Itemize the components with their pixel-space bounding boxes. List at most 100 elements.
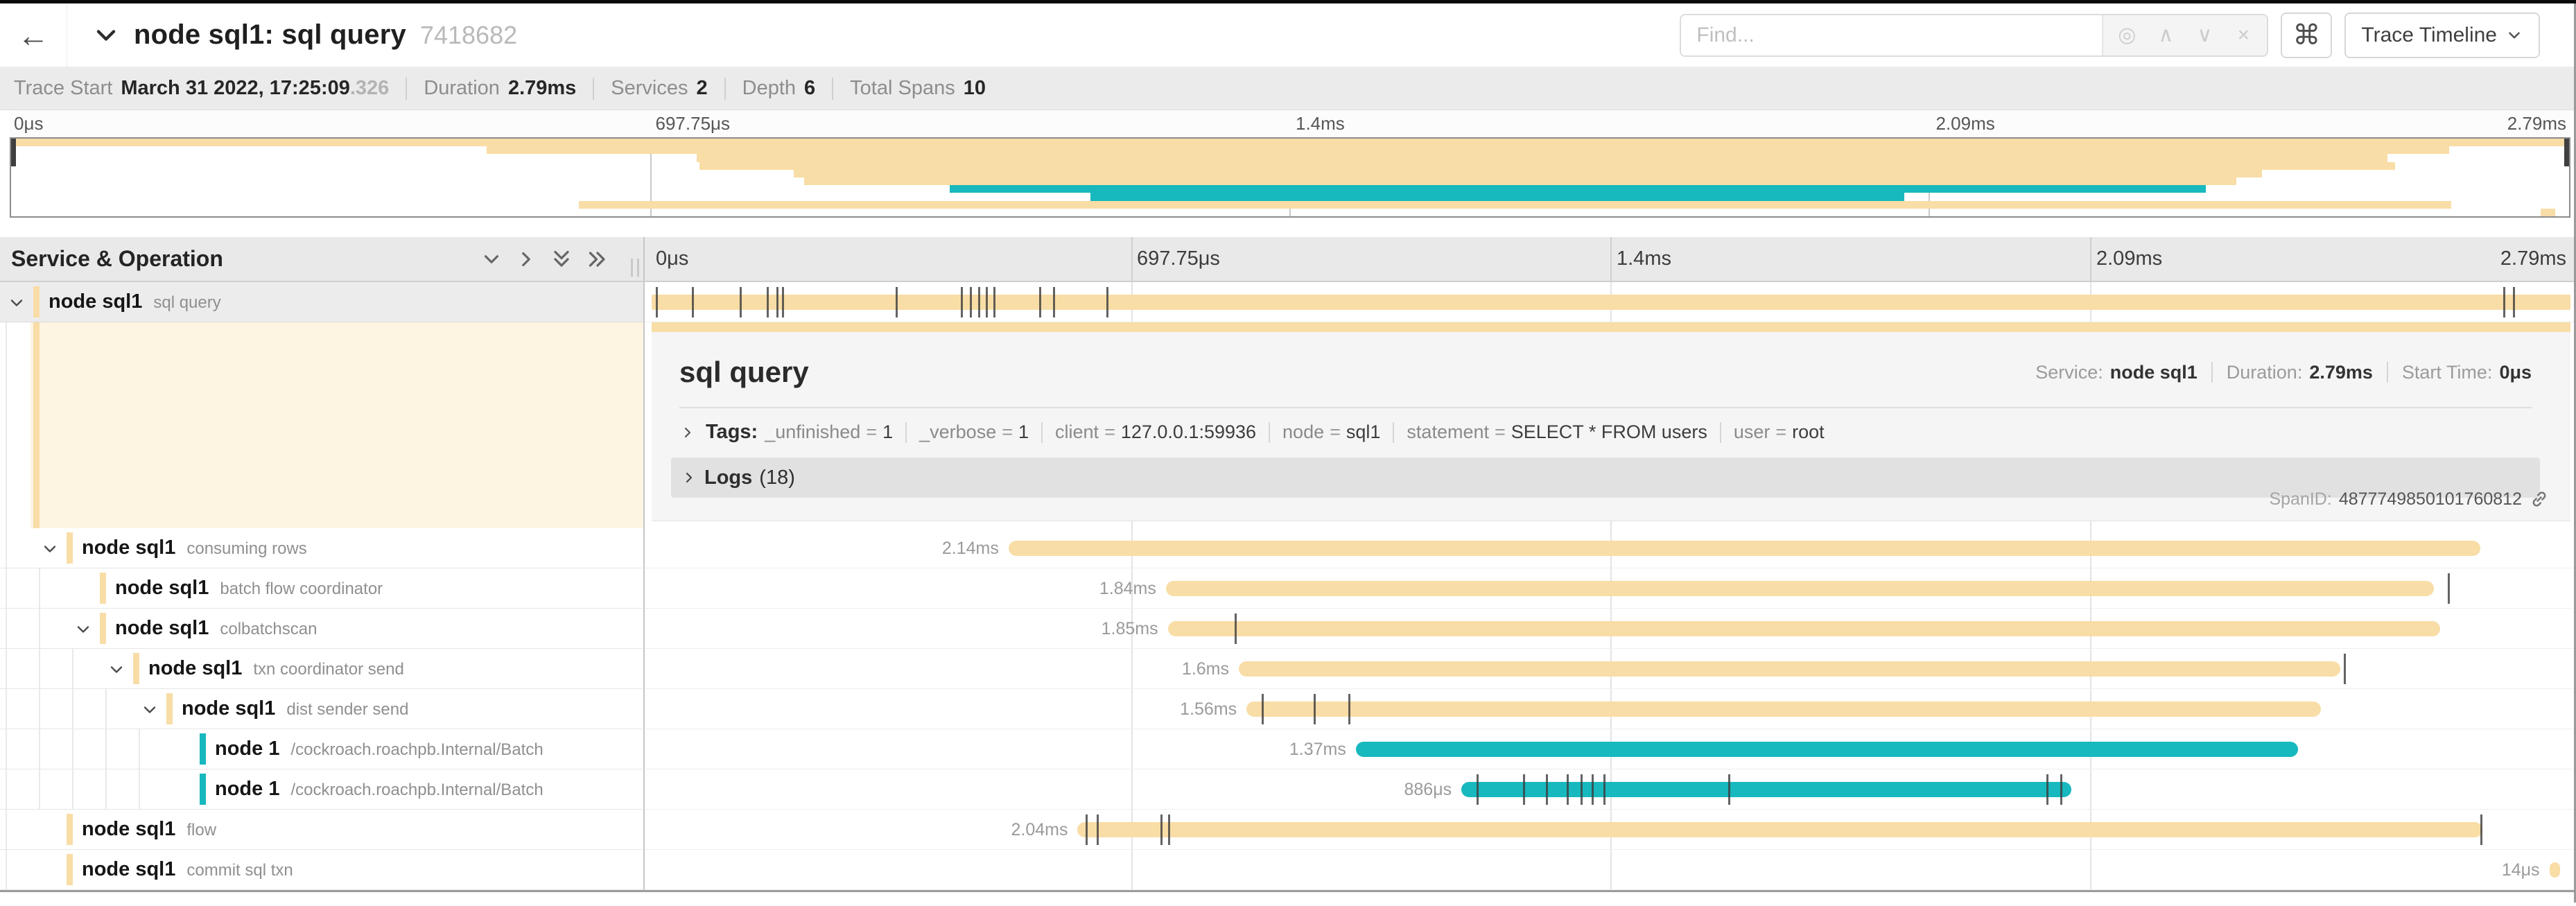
span-row[interactable]: node sql1sql query [0,282,2576,322]
tags-row[interactable]: Tags: _unfinished=1_verbose=1client=127.… [652,408,2570,444]
span-bar[interactable] [1246,702,2321,717]
back-button[interactable]: ← [0,3,67,67]
span-row[interactable]: node sql1dist sender send1.56ms [0,689,2576,729]
span-bar[interactable] [2550,862,2560,878]
tree-row--cockroach-roachpb-internal-batch[interactable]: node 1/cockroach.roachpb.Internal/Batch [0,769,645,810]
find-input[interactable]: Find... [1681,15,2102,55]
clear-find-icon[interactable]: × [2224,24,2263,47]
span-row[interactable]: node sql1consuming rows 2.14ms [0,528,2576,568]
span-bar-cell[interactable] [645,282,2576,322]
tree-row-batch-flow-coordinator[interactable]: node sql1batch flow coordinator [0,568,645,609]
tree-row-txn-coordinator-send[interactable]: node sql1txn coordinator send [0,649,645,689]
span-row[interactable]: node sql1txn coordinator send1.6ms [0,649,2576,689]
minimap-left-handle[interactable] [11,139,16,166]
span-bar[interactable] [1166,581,2435,596]
span-row[interactable]: node 1/cockroach.roachpb.Internal/Batch 8… [0,769,2576,810]
span-row[interactable]: node 1/cockroach.roachpb.Internal/Batch1… [0,729,2576,769]
service-name: node sql1commit sql txn [82,858,293,881]
expand-all-icon[interactable] [585,247,610,272]
service-name: node sql1sql query [49,290,221,313]
span-bar-cell[interactable]: 1.84ms [645,568,2576,609]
indent-guide [6,609,7,648]
span-bar[interactable] [1009,541,2480,556]
span-duration-label: 1.84ms [1099,579,1156,599]
tree-row-commit-sql-txn[interactable]: node sql1commit sql txn [0,850,645,890]
minimap-canvas[interactable] [10,137,2570,218]
span-bar[interactable] [1356,742,2298,757]
tree-row-consuming-rows[interactable]: node sql1consuming rows [0,528,645,568]
tree-chevron-icon[interactable] [73,620,93,643]
log-marker [2046,774,2048,805]
span-id-value: 4877749850101760812 [2339,489,2522,509]
selected-span-bar[interactable] [652,322,2570,332]
minimap-span-bar [794,170,2262,177]
trace-collapse-chevron[interactable] [91,20,121,51]
span-bar-cell[interactable]: 1.85ms [645,609,2576,649]
span-bar[interactable] [1461,782,2071,797]
span-bar[interactable] [652,295,2570,310]
span-bar-lane: 1.6ms [652,649,2570,688]
logs-label: Logs [704,467,752,489]
log-marker [2503,287,2505,317]
span-bar-cell[interactable]: 14μs [645,850,2576,890]
keyboard-shortcuts-button[interactable]: ⌘ [2281,12,2332,58]
span-bar-cell[interactable]: 1.56ms [645,689,2576,729]
tree-row-colbatchscan[interactable]: node sql1colbatchscan [0,609,645,649]
tree-row-sql-query[interactable]: node sql1sql query [0,282,645,322]
tag-separator [1041,422,1043,443]
tag-equals: = [1002,421,1013,443]
indent-guide [72,769,73,809]
view-selector-label: Trace Timeline [2361,24,2497,47]
view-selector-button[interactable]: Trace Timeline [2344,12,2540,58]
columns-header: Service & Operation 0μs697.75μs1.4ms2.09… [0,237,2576,282]
summary-value-suffix: .326 [350,77,389,100]
link-icon[interactable] [2529,489,2550,509]
chevron-right-icon [679,424,696,441]
page-title: node sql1: sql query [134,19,406,51]
log-marker [1039,287,1041,317]
tree-row-flow[interactable]: node sql1flow [0,810,645,850]
tag-item: user=root [1734,421,1825,443]
tree-row--cockroach-roachpb-internal-batch[interactable]: node 1/cockroach.roachpb.Internal/Batch [0,729,645,769]
summary-value: 2.79ms [508,77,576,100]
timeline-tick-label: 2.79ms [2507,113,2566,134]
span-row[interactable]: node sql1colbatchscan1.85ms [0,609,2576,649]
span-row[interactable]: node sql1flow2.04ms [0,810,2576,850]
span-bar-cell[interactable]: 886μs [645,769,2576,810]
log-marker [2448,573,2450,604]
find-prev-icon[interactable]: ∧ [2146,23,2185,47]
service-name: node sql1consuming rows [82,537,307,559]
span-bar-cell[interactable]: 2.04ms [645,810,2576,850]
timeline-main: Service & Operation 0μs697.75μs1.4ms2.09… [0,237,2576,906]
span-row[interactable]: node sql1commit sql txn 14μs [0,850,2576,890]
expand-one-icon[interactable] [514,247,538,271]
tree-chevron-icon[interactable] [40,539,60,562]
collapse-all-icon[interactable] [549,247,574,272]
span-bar-lane: 1.85ms [652,609,2570,648]
span-bar-cell[interactable]: 2.14ms [645,528,2576,568]
span-bar-lane: 1.37ms [652,729,2570,769]
log-marker [1314,694,1316,724]
logs-toggle[interactable]: Logs (18) [671,458,2540,498]
find-next-icon[interactable]: ∨ [2185,23,2224,47]
span-bar-cell[interactable]: 1.6ms [645,649,2576,689]
tree-chevron-icon[interactable] [7,293,26,316]
tree-chevron-icon[interactable] [107,660,126,683]
span-row[interactable]: node sql1batch flow coordinator 1.84ms [0,568,2576,609]
indent-guide [39,769,40,809]
log-marker [986,287,988,317]
tree-chevron-icon[interactable] [140,700,159,723]
summary-label: Depth [742,77,796,100]
minimap-right-handle[interactable] [2564,139,2569,166]
span-bar[interactable] [1168,621,2440,636]
collapse-one-icon[interactable] [480,247,503,271]
span-color-strip [67,854,73,885]
locate-icon[interactable]: ◎ [2107,23,2146,47]
span-bar[interactable] [1077,822,2482,837]
span-bar[interactable] [1239,661,2340,677]
column-resize-grip[interactable] [631,259,639,277]
summary-item: Duration2.79ms [424,77,576,100]
tree-row-dist-sender-send[interactable]: node sql1dist sender send [0,689,645,729]
span-bar-cell[interactable]: 1.37ms [645,729,2576,769]
service-name: node 1/cockroach.roachpb.Internal/Batch [215,778,543,801]
